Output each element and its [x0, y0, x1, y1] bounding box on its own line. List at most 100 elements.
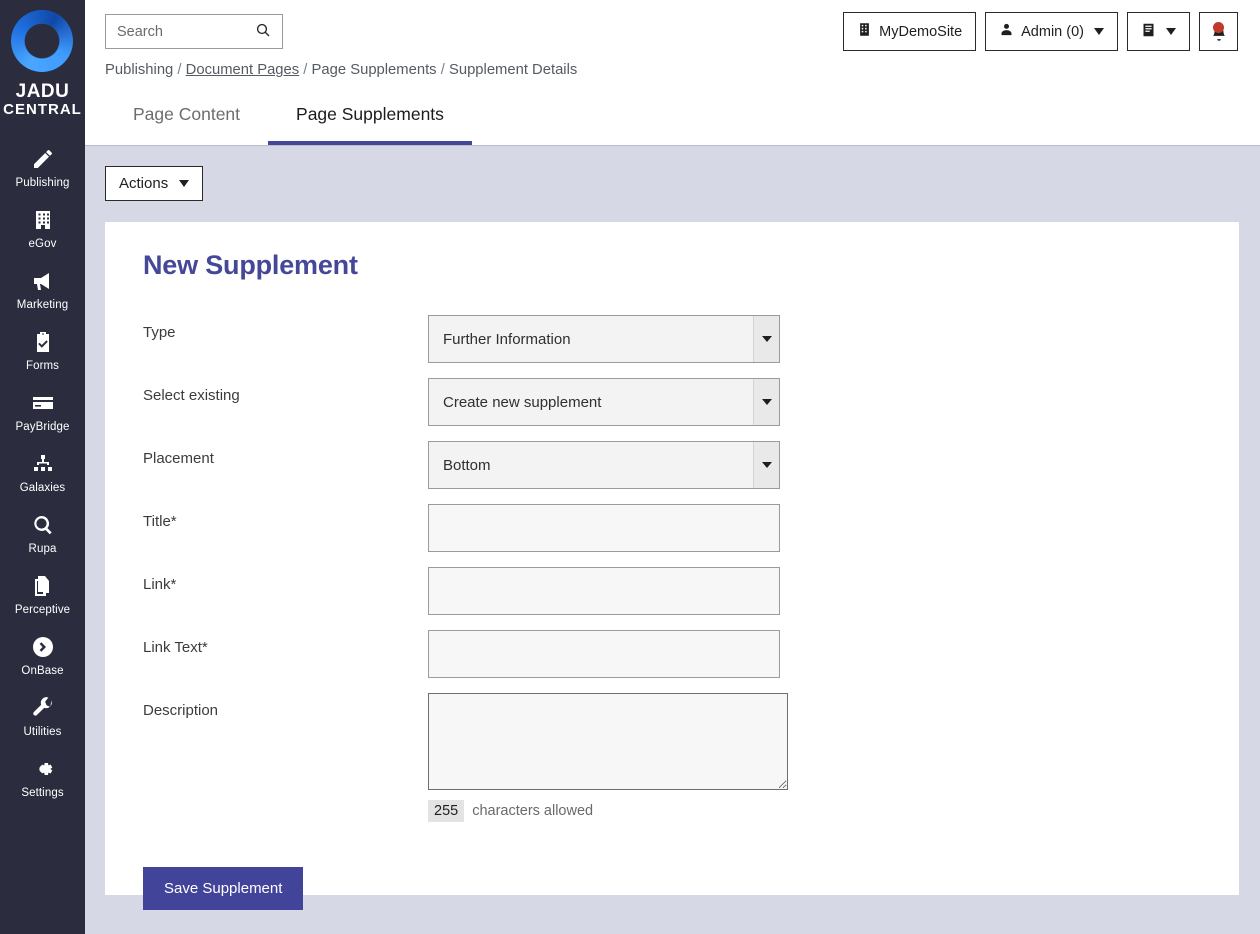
actions-dropdown-button[interactable]: Actions	[105, 166, 204, 201]
building-icon	[857, 22, 872, 41]
sidebar-item-label: Forms	[25, 359, 60, 372]
link-text-input[interactable]	[428, 630, 780, 678]
label-placement: Placement	[143, 450, 214, 467]
sidebar-item-label: Marketing	[16, 298, 69, 311]
sidebar-item-label: OnBase	[21, 664, 64, 677]
content-area: Actions New Supplement Type Further Info…	[85, 146, 1260, 934]
field-link	[428, 567, 1205, 615]
docs-menu-button[interactable]	[1127, 12, 1190, 51]
sidebar-item-galaxies[interactable]: Galaxies	[0, 441, 85, 502]
form-row-link: Link*	[143, 567, 1205, 615]
sidebar-item-paybridge[interactable]: PayBridge	[0, 380, 85, 441]
tab-page-content[interactable]: Page Content	[105, 92, 268, 145]
breadcrumb-item-publishing: Publishing	[105, 62, 174, 78]
select-existing-select[interactable]: Create new supplement	[428, 378, 780, 426]
breadcrumb-item-page-supplements: Page Supplements	[311, 62, 437, 78]
notifications-button[interactable]	[1199, 12, 1238, 51]
field-type: Further Information	[428, 315, 1205, 363]
title-input[interactable]	[428, 504, 780, 552]
primary-sidebar: JADU CENTRAL Publishing eGov Marketing F…	[0, 0, 85, 934]
field-description: 255 characters allowed	[428, 693, 1205, 822]
wrench-icon	[30, 695, 56, 721]
admin-menu-button[interactable]: Admin (0)	[985, 12, 1118, 51]
field-select-existing: Create new supplement	[428, 378, 1205, 426]
sidebar-item-perceptive[interactable]: Perceptive	[0, 563, 85, 624]
book-icon	[1141, 22, 1156, 42]
sidebar-item-forms[interactable]: Forms	[0, 319, 85, 380]
magnifier-icon	[30, 512, 56, 538]
select-existing-value: Create new supplement	[443, 393, 602, 411]
sidebar-item-marketing[interactable]: Marketing	[0, 258, 85, 319]
type-select-value: Further Information	[443, 330, 571, 348]
sidebar-item-label: Settings	[21, 786, 64, 799]
sidebar-item-label: Perceptive	[14, 603, 71, 616]
sidebar-item-publishing[interactable]: Publishing	[0, 136, 85, 197]
sidebar-item-onbase[interactable]: OnBase	[0, 624, 85, 685]
sidebar-item-label: eGov	[28, 237, 57, 250]
chevron-down-icon	[179, 180, 190, 187]
field-link-text	[428, 630, 1205, 678]
credit-card-icon	[30, 390, 56, 416]
sitemap-icon	[30, 451, 56, 477]
brand-text: JADU CENTRAL	[3, 82, 82, 118]
main-region: MyDemoSite Admin (0)	[85, 0, 1260, 934]
new-supplement-form: Type Further Information Select existing	[143, 315, 1205, 910]
search-box[interactable]	[105, 14, 283, 49]
clipboard-check-icon	[30, 329, 56, 355]
search-icon	[255, 22, 271, 41]
jadu-ring-logo-icon	[11, 10, 74, 72]
sidebar-item-rupa[interactable]: Rupa	[0, 502, 85, 563]
field-placement: Bottom	[428, 441, 1205, 489]
brand-logo[interactable]: JADU CENTRAL	[3, 6, 82, 118]
app-root: JADU CENTRAL Publishing eGov Marketing F…	[0, 0, 1260, 934]
character-limit-value: 255	[428, 800, 465, 822]
label-link-text: Link Text*	[143, 639, 208, 656]
chevron-down-icon	[753, 316, 779, 362]
save-supplement-button[interactable]: Save Supplement	[143, 867, 304, 910]
breadcrumb-item-supplement-details: Supplement Details	[448, 62, 578, 78]
chevron-down-icon	[753, 442, 779, 488]
page-title: New Supplement	[143, 250, 358, 280]
sidebar-item-utilities[interactable]: Utilities	[0, 685, 85, 746]
building-icon	[30, 207, 56, 233]
field-title	[428, 504, 1205, 552]
label-title: Title*	[143, 513, 177, 530]
placement-select-value: Bottom	[443, 456, 491, 474]
placement-select[interactable]: Bottom	[428, 441, 780, 489]
form-row-select-existing: Select existing Create new supplement	[143, 378, 1205, 426]
chevron-down-icon	[1094, 28, 1104, 35]
breadcrumb-separator: /	[303, 62, 308, 78]
breadcrumb: Publishing / Document Pages / Page Suppl…	[105, 62, 577, 78]
megaphone-icon	[30, 268, 56, 294]
sidebar-item-egov[interactable]: eGov	[0, 197, 85, 258]
breadcrumb-separator: /	[440, 62, 445, 78]
link-input[interactable]	[428, 567, 780, 615]
form-row-type: Type Further Information	[143, 315, 1205, 363]
site-selector-button[interactable]: MyDemoSite	[843, 12, 977, 51]
actions-label: Actions	[119, 175, 169, 192]
label-select-existing: Select existing	[143, 387, 240, 404]
type-select[interactable]: Further Information	[428, 315, 780, 363]
user-icon	[999, 22, 1014, 41]
supplement-form-card: New Supplement Type Further Information	[105, 222, 1239, 910]
character-limit-text: characters allowed	[472, 803, 594, 819]
form-row-link-text: Link Text*	[143, 630, 1205, 678]
search-input[interactable]	[106, 15, 246, 48]
pencil-icon	[30, 146, 56, 172]
sidebar-item-label: Utilities	[23, 725, 62, 738]
description-textarea[interactable]	[428, 693, 788, 790]
form-row-placement: Placement Bottom	[143, 441, 1205, 489]
sidebar-item-settings[interactable]: Settings	[0, 746, 85, 807]
bell-icon	[1210, 21, 1228, 42]
topbar: MyDemoSite Admin (0)	[85, 0, 1260, 146]
copy-documents-icon	[30, 573, 56, 599]
brand-line-1: JADU	[15, 81, 70, 102]
site-selector-label: MyDemoSite	[879, 23, 963, 40]
breadcrumb-item-document-pages[interactable]: Document Pages	[186, 62, 300, 78]
label-link: Link*	[143, 576, 177, 593]
header-actions: MyDemoSite Admin (0)	[843, 12, 1238, 51]
sidebar-item-label: Rupa	[28, 542, 57, 555]
tab-page-supplements[interactable]: Page Supplements	[268, 92, 472, 145]
search-submit-button[interactable]	[246, 15, 280, 48]
label-type: Type	[143, 324, 176, 341]
